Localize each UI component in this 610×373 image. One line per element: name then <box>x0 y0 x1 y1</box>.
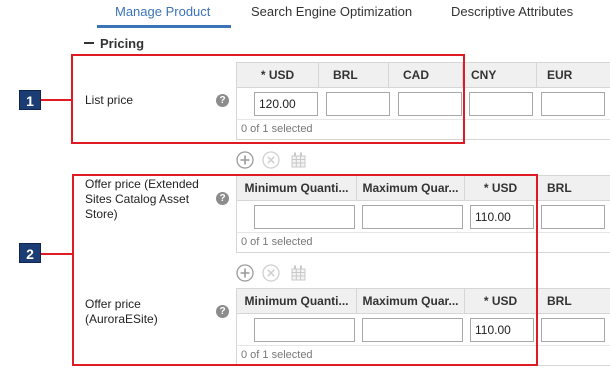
cny-price-input[interactable] <box>469 92 533 116</box>
callout-badge-2: 2 <box>19 243 41 263</box>
collapse-icon[interactable] <box>84 42 94 44</box>
column-header-eur[interactable]: EUR <box>537 63 610 87</box>
table-icon[interactable] <box>289 151 307 169</box>
eur-price-input[interactable] <box>541 92 605 116</box>
callout-connector-2 <box>41 253 73 255</box>
tab-bar: Manage Product Search Engine Optimizatio… <box>0 0 610 28</box>
remove-icon[interactable] <box>262 151 280 169</box>
section-title: Pricing <box>100 35 145 51</box>
tab-search-engine-optimization[interactable]: Search Engine Optimization <box>251 4 412 19</box>
tab-manage-product[interactable]: Manage Product <box>115 4 210 19</box>
grid-toolbar <box>236 151 316 169</box>
callout-box-1 <box>71 54 465 144</box>
column-header-cny[interactable]: CNY <box>463 63 537 87</box>
callout-box-2 <box>72 174 538 366</box>
tab-descriptive-attributes[interactable]: Descriptive Attributes <box>451 4 573 19</box>
pricing-section-header[interactable]: Pricing <box>84 35 144 51</box>
brl-price-input[interactable] <box>541 205 605 229</box>
brl-price-input[interactable] <box>541 318 605 342</box>
add-icon[interactable] <box>236 151 254 169</box>
column-header-brl[interactable]: BRL <box>537 289 610 313</box>
callout-connector-1 <box>41 99 72 101</box>
active-tab-indicator <box>97 25 231 28</box>
column-header-brl[interactable]: BRL <box>537 176 610 200</box>
callout-badge-1: 1 <box>19 90 41 110</box>
